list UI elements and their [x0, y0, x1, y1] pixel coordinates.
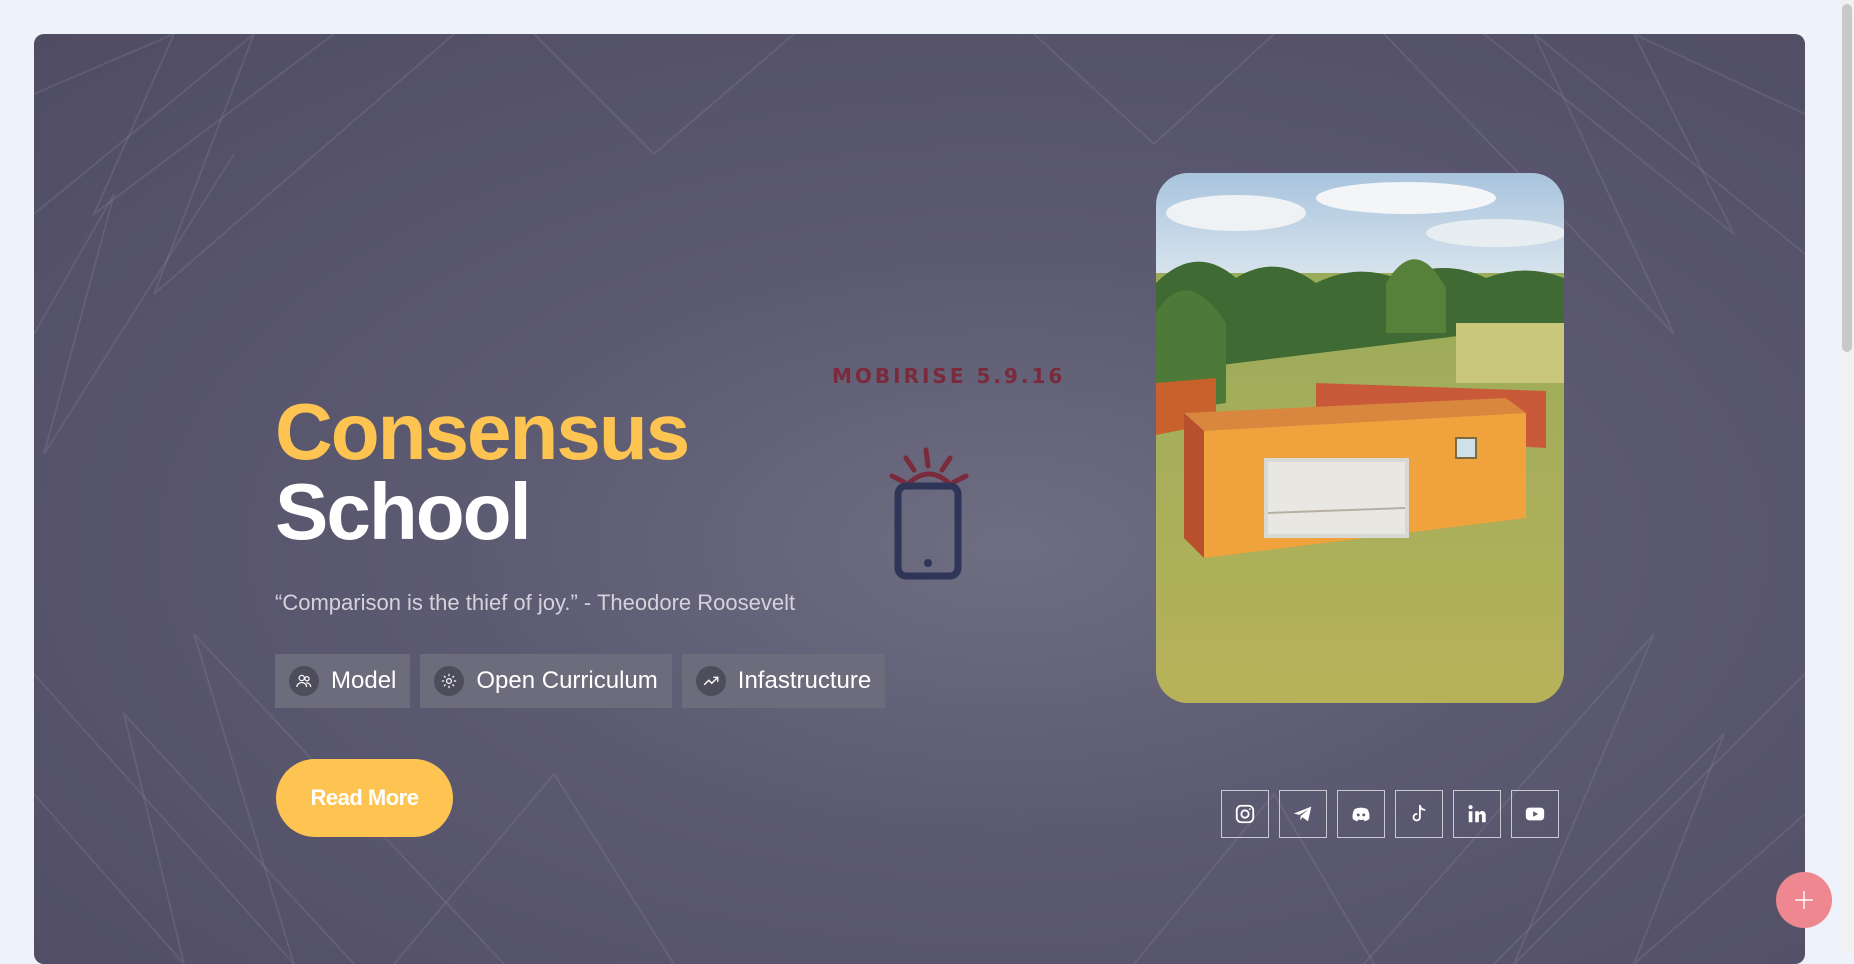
trending-up-icon: [695, 666, 726, 696]
chip-infastructure[interactable]: Infastructure: [681, 654, 886, 708]
chip-label: Infastructure: [737, 667, 872, 694]
phone-alert-icon: [884, 446, 974, 591]
page-title: Consensus School: [275, 387, 690, 556]
chip-label: Open Curriculum: [476, 667, 658, 694]
hero-section: Consensus School “Comparison is the thie…: [34, 34, 1805, 964]
page-scrollbar[interactable]: [1840, 0, 1854, 951]
discord-icon[interactable]: [1337, 790, 1385, 838]
chip-label: Model: [331, 667, 397, 694]
linkedin-icon[interactable]: [1453, 790, 1501, 838]
chip-model[interactable]: Model: [275, 654, 411, 708]
read-more-button[interactable]: Read More: [276, 759, 453, 837]
mobirise-badge[interactable]: MOBIRISE 5.9.16: [832, 364, 1065, 388]
hero-image: [1156, 173, 1564, 703]
title-line-2: School: [275, 467, 532, 556]
scrollbar-thumb[interactable]: [1842, 4, 1852, 352]
gear-icon: [434, 666, 465, 696]
title-line-1: Consensus: [275, 387, 690, 476]
hero-quote: “Comparison is the thief of joy.” - Theo…: [275, 590, 796, 615]
tiktok-icon[interactable]: [1395, 790, 1443, 838]
feature-chips: Model Open Curriculum Infastructure: [275, 654, 886, 708]
plus-icon: [1795, 891, 1813, 909]
instagram-icon[interactable]: [1221, 790, 1269, 838]
telegram-icon[interactable]: [1279, 790, 1327, 838]
social-links: [1221, 790, 1559, 838]
youtube-icon[interactable]: [1511, 790, 1559, 838]
people-icon: [289, 666, 319, 696]
add-block-button[interactable]: [1776, 872, 1832, 928]
chip-open-curriculum[interactable]: Open Curriculum: [420, 654, 672, 708]
